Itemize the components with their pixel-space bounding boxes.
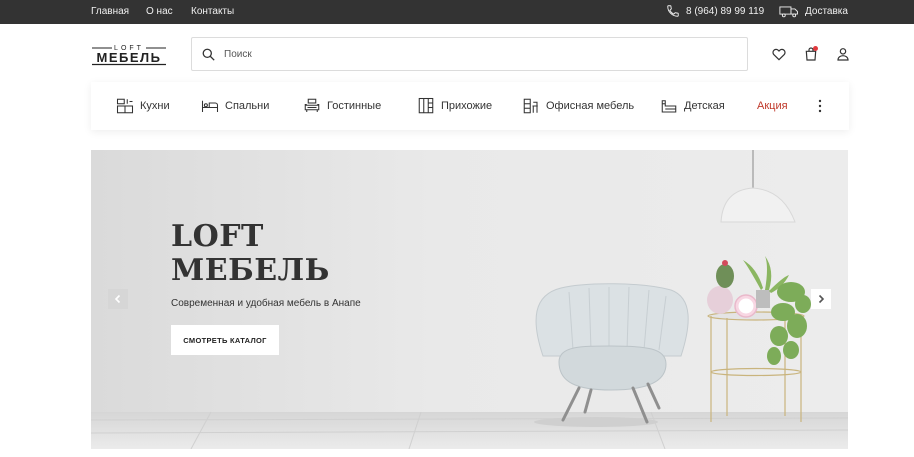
category-office-furniture[interactable]: Офисная мебель bbox=[522, 82, 634, 130]
category-label: Гостинные bbox=[327, 100, 382, 112]
category-living-rooms[interactable]: Гостинные bbox=[303, 82, 381, 130]
office-icon bbox=[523, 98, 538, 114]
logo-main-text: МЕБЕЛЬ bbox=[97, 50, 162, 65]
cart-badge bbox=[813, 46, 818, 51]
phone-icon bbox=[667, 5, 679, 17]
nav-link-home[interactable]: Главная bbox=[91, 6, 129, 18]
bed-icon bbox=[201, 100, 219, 112]
delivery-link[interactable]: Доставка bbox=[805, 6, 848, 18]
chevron-left-icon bbox=[108, 289, 128, 309]
search-icon bbox=[202, 48, 215, 61]
category-kitchens[interactable]: Кухни bbox=[116, 82, 170, 130]
category-kids[interactable]: Детская bbox=[660, 82, 725, 130]
hero-title: LOFT МЕБЕЛЬ bbox=[171, 220, 330, 288]
phone-number[interactable]: 8 (964) 89 99 119 bbox=[686, 6, 764, 18]
category-bedrooms[interactable]: Спальни bbox=[201, 82, 269, 130]
search-input[interactable] bbox=[224, 45, 724, 63]
kids-icon bbox=[661, 100, 677, 113]
category-label: Спальни bbox=[225, 100, 270, 112]
nav-link-contacts[interactable]: Контакты bbox=[191, 6, 234, 18]
hero-title-line1: LOFT bbox=[171, 219, 264, 254]
heart-icon[interactable] bbox=[771, 46, 787, 62]
category-hallways[interactable]: Прихожие bbox=[417, 82, 492, 130]
chevron-right-icon bbox=[811, 289, 831, 309]
view-catalog-button[interactable]: СМОТРЕТЬ КАТАЛОГ bbox=[171, 325, 279, 355]
carousel-prev-button[interactable] bbox=[108, 289, 128, 309]
carousel-next-button[interactable] bbox=[811, 289, 831, 309]
user-icon[interactable] bbox=[835, 46, 851, 62]
hero-subtitle: Современная и удобная мебель в Анапе bbox=[171, 298, 361, 309]
top-bar: Главная О нас Контакты 8 (964) 89 99 119… bbox=[0, 0, 914, 24]
wardrobe-icon bbox=[418, 97, 434, 114]
category-label: Кухни bbox=[140, 100, 170, 112]
sofa-icon bbox=[304, 98, 320, 112]
category-label: Офисная мебель bbox=[546, 100, 635, 112]
site-logo[interactable]: LOFT МЕБЕЛЬ bbox=[90, 40, 168, 66]
hero-banner: LOFT МЕБЕЛЬ Современная и удобная мебель… bbox=[91, 150, 848, 449]
category-nav: Кухни Спальни Гостинные Прихожие Офисная… bbox=[91, 82, 849, 130]
category-label: Прихожие bbox=[441, 100, 493, 112]
search-box[interactable] bbox=[191, 37, 748, 71]
more-vertical-icon[interactable] bbox=[816, 98, 824, 114]
kitchen-icon bbox=[116, 98, 134, 114]
hero-title-line2: МЕБЕЛЬ bbox=[171, 253, 330, 288]
truck-icon bbox=[779, 6, 798, 18]
category-label: Детская bbox=[684, 100, 725, 112]
category-sale[interactable]: Акция bbox=[757, 82, 788, 130]
nav-link-about[interactable]: О нас bbox=[146, 6, 173, 18]
category-label: Акция bbox=[757, 100, 788, 112]
